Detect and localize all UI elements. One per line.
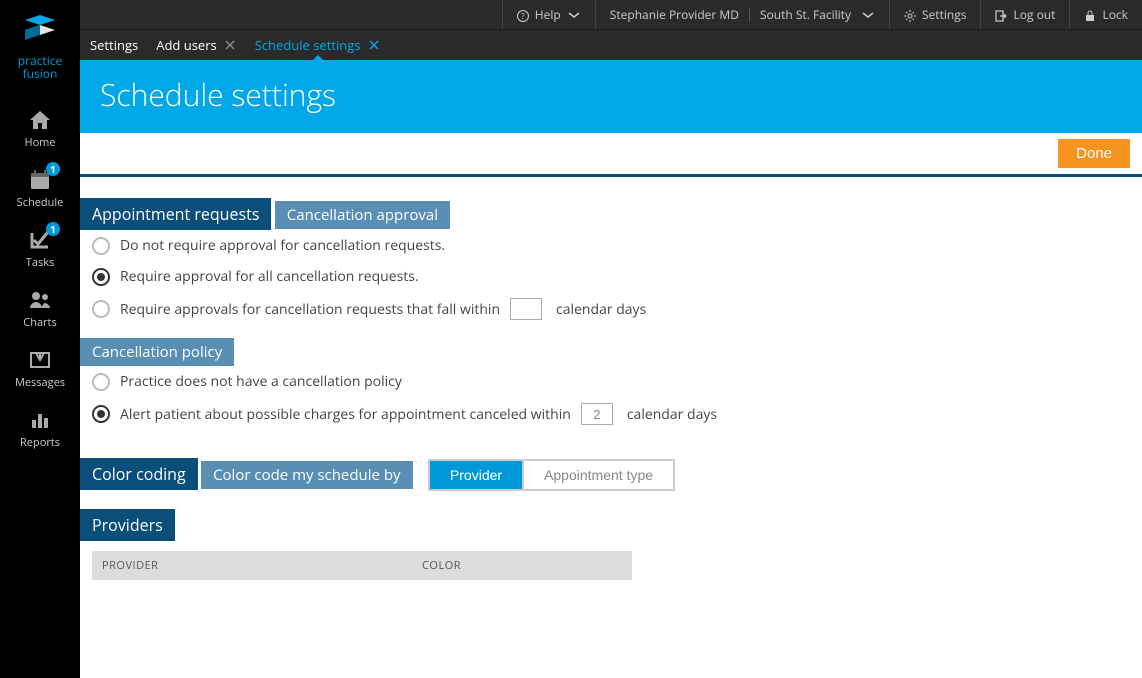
brand-logo bbox=[15, 10, 65, 50]
help-menu[interactable]: ? Help bbox=[502, 0, 595, 29]
tab-schedule-settings[interactable]: Schedule settings bbox=[255, 30, 381, 60]
sidebar-item-label: Messages bbox=[15, 375, 65, 390]
policy-days-input[interactable] bbox=[581, 403, 613, 425]
tab-label: Add users bbox=[156, 36, 216, 54]
column-color: COLOR bbox=[412, 551, 632, 580]
option-label: Alert patient about possible charges for… bbox=[120, 405, 571, 424]
user-facility-menu[interactable]: Stephanie Provider MD South St. Facility bbox=[595, 0, 889, 29]
sidebar-item-charts[interactable]: Charts bbox=[0, 278, 80, 338]
radio-button[interactable] bbox=[92, 373, 110, 391]
option-approval-within-days[interactable]: Require approvals for cancellation reque… bbox=[80, 292, 1120, 326]
option-suffix: calendar days bbox=[627, 405, 717, 424]
option-label: Practice does not have a cancellation po… bbox=[120, 372, 402, 391]
barchart-icon bbox=[28, 408, 52, 432]
separator bbox=[749, 8, 750, 22]
option-suffix: calendar days bbox=[556, 300, 646, 319]
section-appointment-requests: Appointment requests bbox=[80, 198, 271, 230]
lock-button[interactable]: Lock bbox=[1069, 0, 1142, 29]
radio-button[interactable] bbox=[92, 300, 110, 318]
logout-button[interactable]: Log out bbox=[980, 0, 1069, 29]
radio-button[interactable] bbox=[92, 268, 110, 286]
sidebar: practice fusion Home Schedule 1 Tasks 1 … bbox=[0, 0, 80, 678]
badge: 1 bbox=[46, 162, 60, 176]
chevron-down-icon bbox=[567, 11, 581, 19]
sidebar-item-label: Schedule bbox=[17, 195, 64, 210]
option-label: Require approvals for cancellation reque… bbox=[120, 300, 500, 319]
logout-label: Log out bbox=[1013, 6, 1055, 23]
sidebar-item-label: Tasks bbox=[26, 255, 54, 270]
facility-name: South St. Facility bbox=[760, 6, 851, 23]
settings-button[interactable]: Settings bbox=[889, 0, 981, 29]
toggle-provider[interactable]: Provider bbox=[430, 461, 522, 489]
option-label: Do not require approval for cancellation… bbox=[120, 236, 445, 255]
topbar: ? Help Stephanie Provider MD South St. F… bbox=[80, 0, 1142, 30]
home-icon bbox=[28, 108, 52, 132]
table-header-row: PROVIDER COLOR bbox=[92, 551, 632, 580]
chevron-down-icon bbox=[861, 11, 875, 19]
tab-label: Settings bbox=[90, 36, 138, 54]
brand-text: practice fusion bbox=[18, 54, 62, 80]
sidebar-item-label: Charts bbox=[23, 315, 56, 330]
sidebar-item-messages[interactable]: Messages bbox=[0, 338, 80, 398]
tabbar: Settings Add users Schedule settings bbox=[80, 30, 1142, 60]
subsection-cancellation-policy: Cancellation policy bbox=[80, 338, 234, 366]
help-label: Help bbox=[535, 6, 561, 23]
option-alert-patient[interactable]: Alert patient about possible charges for… bbox=[80, 397, 1120, 431]
column-provider: PROVIDER bbox=[92, 551, 412, 580]
sidebar-item-tasks[interactable]: Tasks 1 bbox=[0, 218, 80, 278]
providers-table: PROVIDER COLOR bbox=[92, 551, 632, 580]
lock-label: Lock bbox=[1102, 6, 1128, 23]
sidebar-item-label: Home bbox=[24, 135, 55, 150]
tab-label: Schedule settings bbox=[255, 36, 361, 54]
option-no-approval[interactable]: Do not require approval for cancellation… bbox=[80, 230, 1120, 261]
settings-label: Settings bbox=[922, 6, 967, 23]
inbox-icon bbox=[28, 348, 52, 372]
gear-icon bbox=[904, 9, 916, 21]
color-code-toggle: Provider Appointment type bbox=[428, 459, 675, 491]
user-name: Stephanie Provider MD bbox=[610, 6, 739, 23]
action-bar: Done bbox=[80, 133, 1142, 177]
page-title: Schedule settings bbox=[80, 60, 1142, 133]
lock-icon bbox=[1084, 9, 1096, 21]
approval-days-input[interactable] bbox=[510, 298, 542, 320]
sidebar-item-reports[interactable]: Reports bbox=[0, 398, 80, 458]
option-label: Require approval for all cancellation re… bbox=[120, 267, 419, 286]
close-icon[interactable] bbox=[367, 38, 381, 52]
svg-text:?: ? bbox=[521, 11, 525, 22]
subsection-cancellation-approval: Cancellation approval bbox=[275, 201, 450, 229]
people-icon bbox=[28, 288, 52, 312]
close-icon[interactable] bbox=[223, 38, 237, 52]
tab-settings[interactable]: Settings bbox=[90, 30, 138, 60]
sidebar-item-schedule[interactable]: Schedule 1 bbox=[0, 158, 80, 218]
tab-add-users[interactable]: Add users bbox=[156, 30, 236, 60]
radio-button[interactable] bbox=[92, 405, 110, 423]
option-no-policy[interactable]: Practice does not have a cancellation po… bbox=[80, 366, 1120, 397]
radio-button[interactable] bbox=[92, 237, 110, 255]
badge: 1 bbox=[46, 222, 60, 236]
done-button[interactable]: Done bbox=[1058, 139, 1130, 168]
sidebar-item-home[interactable]: Home bbox=[0, 98, 80, 158]
option-require-approval[interactable]: Require approval for all cancellation re… bbox=[80, 261, 1120, 292]
help-icon: ? bbox=[517, 9, 529, 21]
logout-icon bbox=[995, 9, 1007, 21]
section-color-coding: Color coding bbox=[80, 458, 198, 490]
toggle-appointment-type[interactable]: Appointment type bbox=[524, 461, 673, 489]
section-providers: Providers bbox=[80, 509, 175, 541]
sidebar-item-label: Reports bbox=[20, 435, 60, 450]
subsection-color-code-by: Color code my schedule by bbox=[201, 461, 412, 489]
content-scroll[interactable]: Appointment requests Cancellation approv… bbox=[80, 177, 1142, 678]
